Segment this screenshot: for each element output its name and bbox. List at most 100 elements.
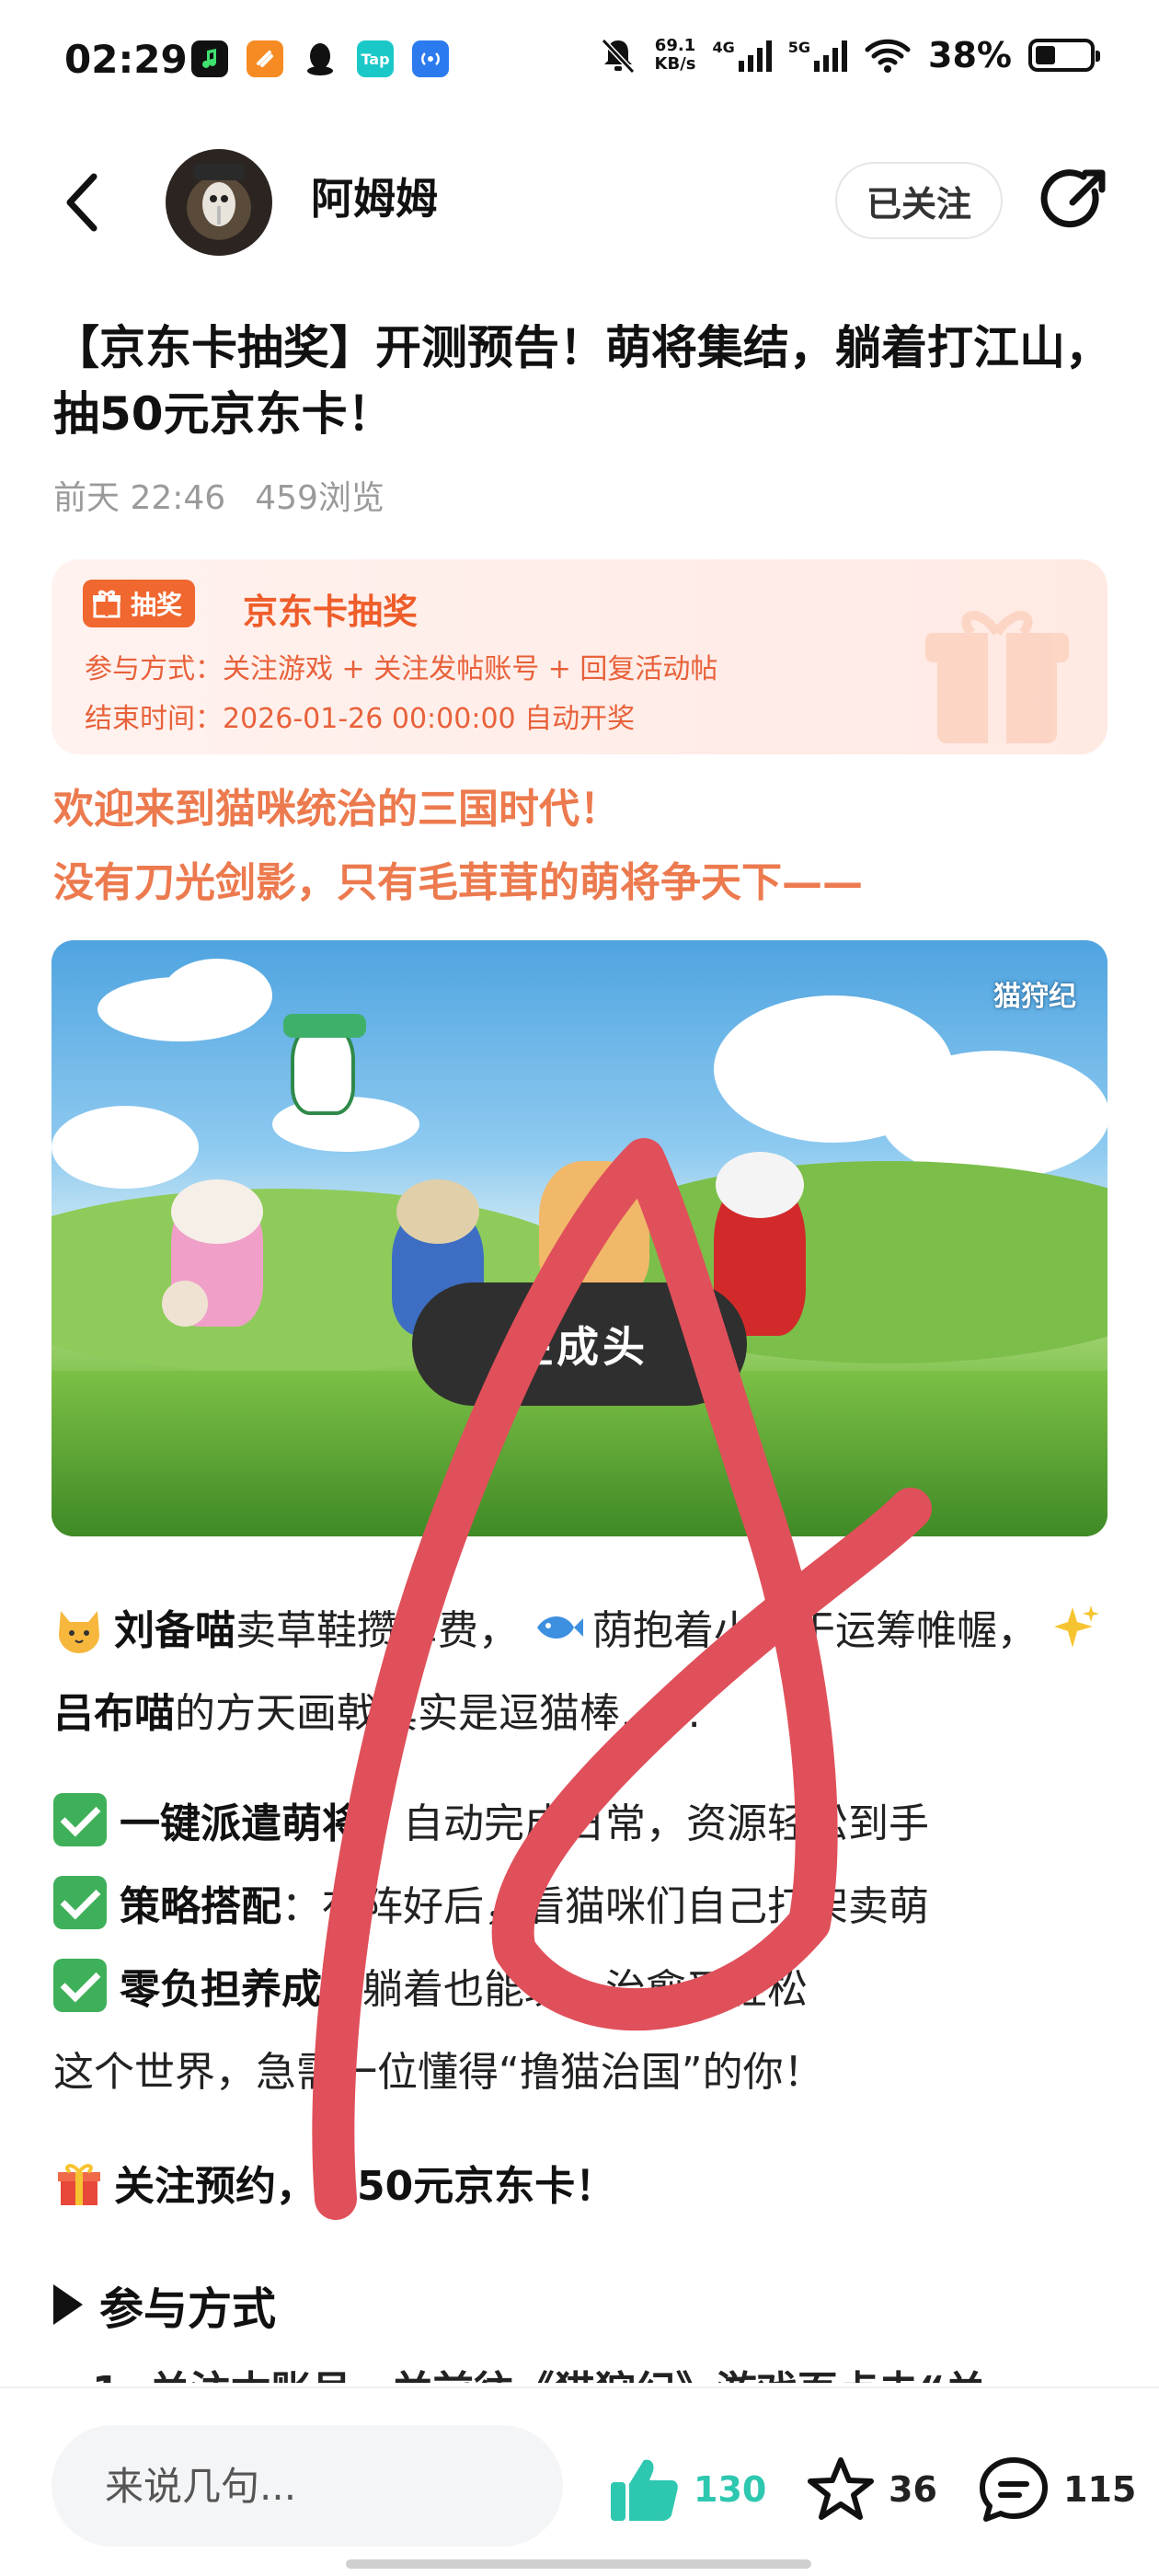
comment-bubble-icon	[980, 2457, 1048, 2522]
comment-button[interactable]: 115	[977, 2455, 1136, 2524]
signal-4g: 4G	[713, 39, 772, 72]
music-app-icon	[191, 40, 228, 77]
feature-item-2: 策略搭配：布阵好后，看猫咪们自己打架卖萌	[53, 1866, 1111, 1949]
story-text-3: 的方天画戟其实是逗猫棒……	[175, 1690, 701, 1737]
battery-level	[1036, 46, 1055, 64]
section-title: 参与方式	[99, 2283, 277, 2335]
avatar[interactable]	[166, 149, 272, 256]
like-count: 130	[694, 2469, 767, 2510]
post-time: 前天 22:46	[53, 479, 226, 517]
video-play-pill[interactable]: 往成头	[412, 1282, 747, 1406]
signal-bars-icon	[738, 39, 772, 72]
favorite-button[interactable]: 36	[806, 2455, 937, 2524]
kitten	[162, 1281, 208, 1327]
gift-icon	[58, 2164, 100, 2205]
status-app-icons: Tap	[191, 40, 449, 77]
cutoff-list-item: 1. 关注本账号，并前往《猫狩纪》游戏页点击“关	[92, 2355, 986, 2383]
triangle-right-icon	[53, 2284, 83, 2325]
intro-line-2: 没有刀光剑影，只有毛茸茸的萌将争天下——	[53, 859, 863, 906]
story-text-2: 荫抱着小鱼干运筹帷幄，	[592, 1607, 1038, 1654]
cloud	[879, 1051, 1107, 1179]
cat-hat	[283, 1014, 366, 1038]
section-heading: 参与方式	[53, 2272, 276, 2337]
feature-item-1: 一键派遣萌将：自动完成日常，资源轻松到手	[53, 1783, 1111, 1866]
sparkles-icon	[1054, 1605, 1099, 1648]
story-paragraph: 刘备喵卖草鞋攒军费， 荫抱着小鱼干运筹帷幄， 吕布喵的方天画戟其实是逗猫棒……	[53, 1590, 1111, 1755]
cat-head	[396, 1179, 479, 1244]
bottom-action-bar: 130 36 115	[0, 2386, 1159, 2576]
mute-bell-icon	[601, 38, 635, 75]
feature-3-title: 零负担养成	[120, 1966, 322, 2013]
net-speed-unit: KB/s	[654, 54, 696, 74]
cat-face-icon	[59, 1611, 99, 1653]
cat-head	[716, 1152, 804, 1218]
signal-app-icon	[412, 40, 449, 77]
cloud	[52, 1106, 199, 1189]
signal-bars-icon	[814, 39, 848, 72]
signal-5g-label: 5G	[787, 39, 811, 56]
share-button[interactable]	[1038, 164, 1113, 239]
liubei-name: 刘备喵	[114, 1607, 235, 1654]
cta-line: 关注预约，抽50元京东卡！	[53, 2145, 1111, 2228]
home-indicator[interactable]	[346, 2559, 811, 2569]
cloud	[162, 959, 272, 1032]
lottery-join-method: 参与方式：关注游戏 + 关注发帖账号 + 回复活动帖	[85, 653, 718, 685]
fish-icon	[537, 1616, 583, 1639]
net-speed-value: 69.1	[654, 36, 696, 55]
lottery-card[interactable]: 抽奖 京东卡抽奖 参与方式：关注游戏 + 关注发帖账号 + 回复活动帖 结束时间…	[52, 559, 1107, 754]
lottery-title: 京东卡抽奖	[243, 592, 419, 632]
intro-text: 欢迎来到猫咪统治的三国时代！ 没有刀光剑影，只有毛茸茸的萌将争天下——	[53, 773, 1111, 920]
gift-watermark-icon	[925, 611, 1069, 743]
author-name[interactable]: 阿姆姆	[311, 166, 438, 226]
checkmark-icon	[53, 1793, 107, 1846]
taptap-icon: Tap	[357, 40, 394, 77]
lottery-badge-label: 抽奖	[131, 590, 183, 620]
cat-head	[171, 1179, 263, 1244]
battery-percent: 38%	[928, 35, 1012, 75]
like-button[interactable]: 130	[607, 2455, 766, 2524]
story-text-1: 卖草鞋攒军费，	[235, 1607, 519, 1654]
chevron-left-icon	[66, 173, 98, 232]
qq-penguin-icon	[302, 40, 339, 77]
feature-1-text: ：自动完成日常，资源轻松到手	[362, 1800, 929, 1847]
intro-line-1: 欢迎来到猫咪统治的三国时代！	[53, 786, 620, 833]
taptap-label: Tap	[361, 50, 390, 68]
lottery-end-time: 结束时间：2026-01-26 00:00:00 自动开奖	[85, 703, 636, 735]
status-bar: 02:29 Tap 69.1 KB/s 4G 5G 38%	[0, 0, 1159, 129]
feature-3-text: ：躺着也能玩，治愈又轻松	[322, 1966, 808, 2013]
cat-orange	[539, 1161, 649, 1299]
star-icon	[808, 2457, 874, 2520]
feature-2-title: 策略搭配	[120, 1883, 281, 1930]
feature-2-text: ：布阵好后，看猫咪们自己打架卖萌	[281, 1883, 929, 1930]
battery-icon	[1028, 39, 1100, 72]
wifi-icon	[865, 39, 911, 73]
lottery-badge: 抽奖	[83, 580, 196, 627]
post-views: 459浏览	[255, 479, 384, 517]
feature-item-3: 零负担养成：躺着也能玩，治愈又轻松	[53, 1949, 1111, 2031]
post-title: 【京东卡抽奖】开测预告！萌将集结，躺着打江山，抽50元京东卡！	[53, 321, 1111, 441]
comment-count: 115	[1063, 2469, 1137, 2510]
thumbs-up-icon	[611, 2459, 678, 2521]
post-banner-image[interactable]: 猫狩纪 往成头	[52, 940, 1107, 1536]
signal-4g-label: 4G	[712, 39, 735, 56]
gift-icon	[93, 590, 120, 618]
orange-app-icon	[247, 40, 283, 77]
share-icon	[1040, 169, 1106, 228]
game-logo: 猫狩纪	[993, 981, 1076, 1013]
post-header: 阿姆姆 已关注	[0, 138, 1159, 267]
favorite-count: 36	[889, 2469, 937, 2510]
signal-5g: 5G	[787, 39, 848, 72]
feature-1-title: 一键派遣萌将	[120, 1800, 362, 1847]
closing-line: 这个世界，急需一位懂得“撸猫治国”的你！	[53, 2049, 824, 2096]
status-time: 02:29	[64, 37, 188, 82]
checkmark-icon	[53, 1959, 107, 2012]
lvbu-name: 吕布喵	[53, 1690, 175, 1737]
checkmark-icon	[53, 1876, 107, 1929]
net-speed: 69.1 KB/s	[655, 37, 696, 74]
cta-text: 关注预约，抽50元京东卡！	[114, 2163, 616, 2210]
back-button[interactable]	[55, 166, 120, 239]
post-meta: 前天 22:46 459浏览	[53, 471, 384, 519]
follow-button[interactable]: 已关注	[835, 162, 1003, 239]
comment-input[interactable]	[52, 2425, 563, 2547]
status-right: 69.1 KB/s 4G 5G 38%	[598, 35, 1100, 75]
